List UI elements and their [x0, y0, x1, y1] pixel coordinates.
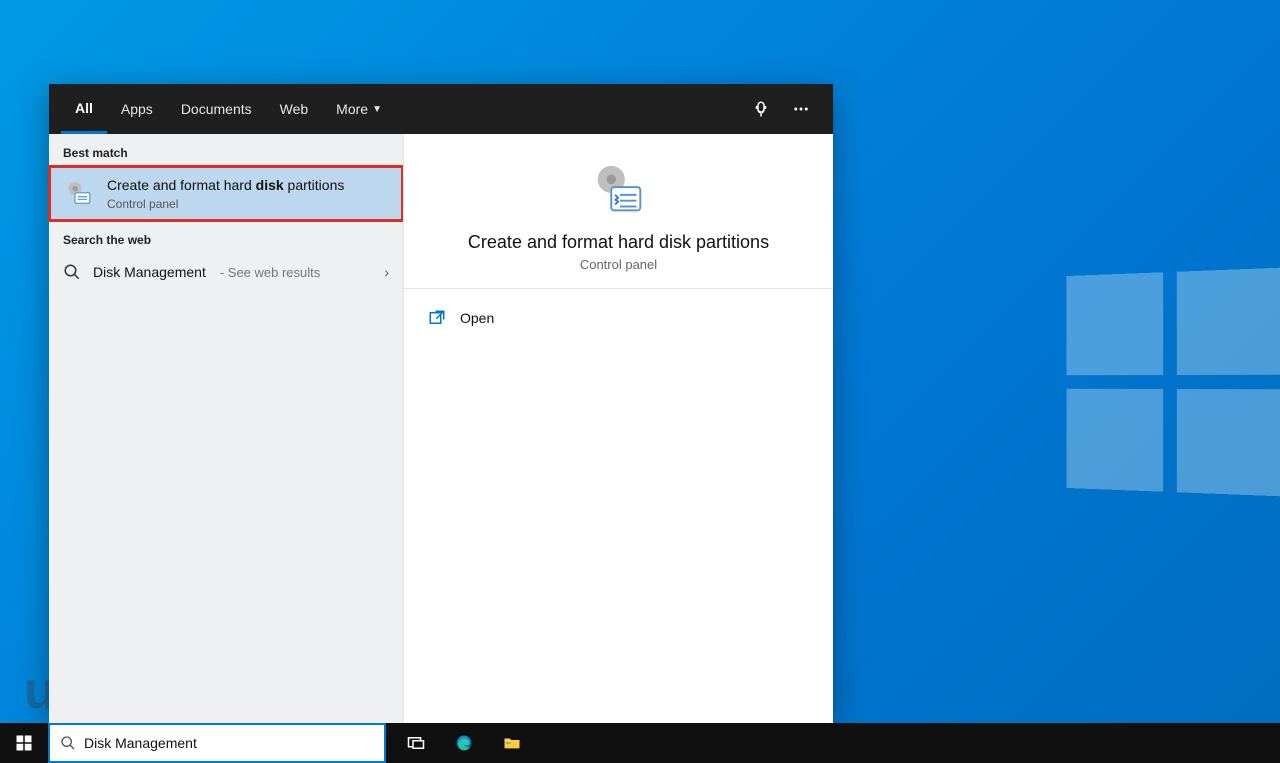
web-result-suffix: - See web results — [220, 265, 320, 280]
tab-all[interactable]: All — [61, 84, 107, 134]
detail-header: Create and format hard disk partitions C… — [404, 134, 833, 289]
best-match-result[interactable]: Create and format hard disk partitions C… — [49, 166, 403, 221]
chevron-down-icon: ▼ — [372, 104, 382, 115]
tab-web-label: Web — [280, 101, 309, 117]
search-tab-bar: All Apps Documents Web More ▼ — [49, 84, 833, 134]
tab-apps-label: Apps — [121, 101, 153, 117]
detail-actions: Open — [404, 289, 833, 347]
search-panel-body: Best match Create and format hard disk p… — [49, 134, 833, 724]
search-results-column: Best match Create and format hard disk p… — [49, 134, 403, 724]
best-match-label: Best match — [49, 134, 403, 166]
open-action[interactable]: Open — [404, 299, 833, 337]
taskbar — [0, 723, 1280, 763]
more-options-icon[interactable] — [781, 84, 821, 134]
feedback-icon[interactable] — [741, 84, 781, 134]
file-explorer-icon[interactable] — [488, 723, 536, 763]
best-match-title: Create and format hard disk partitions — [107, 176, 389, 194]
open-action-label: Open — [460, 310, 494, 326]
search-detail-column: Create and format hard disk partitions C… — [403, 134, 833, 724]
search-web-label: Search the web — [49, 221, 403, 253]
start-button[interactable] — [0, 723, 48, 763]
best-match-subtitle: Control panel — [107, 197, 389, 211]
web-search-result[interactable]: Disk Management - See web results › — [49, 253, 403, 291]
tab-all-label: All — [75, 100, 93, 116]
detail-app-icon — [588, 160, 650, 222]
taskbar-search-box[interactable] — [48, 723, 386, 763]
task-view-button[interactable] — [392, 723, 440, 763]
tab-web[interactable]: Web — [266, 84, 323, 134]
disk-management-icon — [63, 178, 95, 210]
search-icon — [63, 263, 81, 281]
tab-more-label: More — [336, 101, 368, 117]
open-icon — [428, 309, 446, 327]
tab-documents[interactable]: Documents — [167, 84, 266, 134]
edge-icon[interactable] — [440, 723, 488, 763]
detail-title: Create and format hard disk partitions — [424, 232, 813, 253]
best-match-text: Create and format hard disk partitions C… — [107, 176, 389, 211]
taskbar-search-input[interactable] — [84, 735, 374, 751]
chevron-right-icon: › — [384, 264, 389, 280]
detail-subtitle: Control panel — [424, 257, 813, 272]
tab-documents-label: Documents — [181, 101, 252, 117]
tab-more[interactable]: More ▼ — [322, 84, 396, 134]
desktop-windows-logo — [1066, 267, 1280, 496]
start-search-panel: All Apps Documents Web More ▼ Best match — [49, 84, 833, 724]
search-icon — [60, 735, 76, 751]
tab-apps[interactable]: Apps — [107, 84, 167, 134]
web-result-label: Disk Management — [93, 264, 206, 280]
